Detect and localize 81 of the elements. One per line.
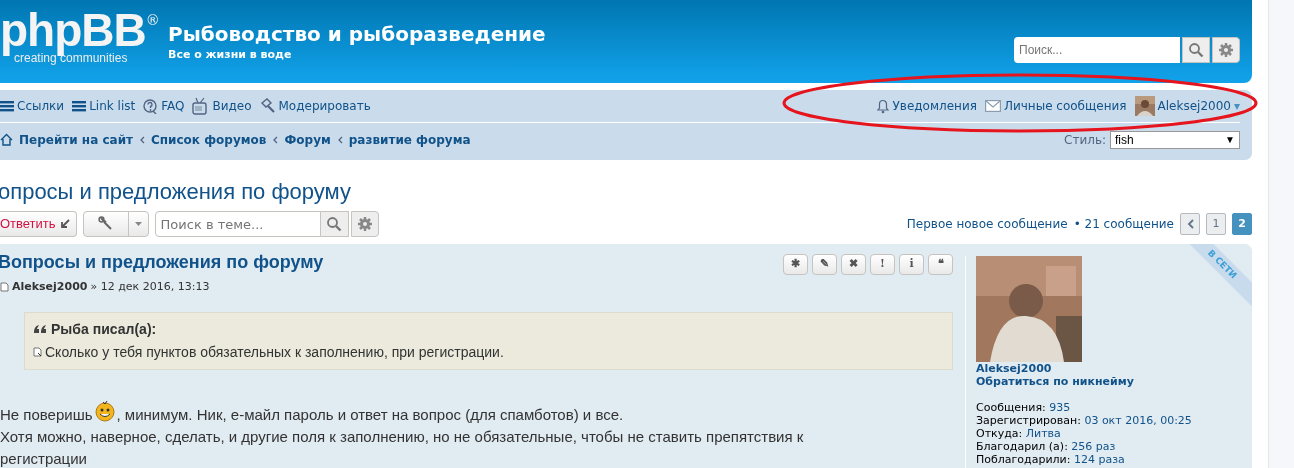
settings-icon — [1218, 42, 1234, 58]
quote-button[interactable]: ❝ — [928, 254, 953, 275]
info-button[interactable]: i — [899, 254, 924, 275]
menu-icon — [72, 100, 87, 112]
profile-value: 256 раз — [1071, 440, 1116, 453]
page-button[interactable]: 2 — [1232, 213, 1252, 235]
nav-link[interactable]: Модерировать — [259, 97, 371, 115]
hammer-icon — [259, 98, 276, 114]
page-button[interactable]: 1 — [1206, 213, 1226, 235]
search-icon — [326, 216, 343, 232]
site-title: Рыбоводство и рыборазведение — [168, 21, 546, 47]
menu-icon — [0, 100, 14, 112]
profile-value: 124 раза — [1073, 453, 1125, 466]
tv-icon — [192, 97, 210, 115]
settings-button[interactable] — [1212, 37, 1240, 63]
search-field[interactable]: Поиск в теме... — [154, 211, 321, 237]
post-title: Вопросы и предложения по форуму — [0, 251, 324, 274]
home-icon — [0, 133, 13, 146]
style-label: Стиль: — [1064, 131, 1106, 149]
nav-link[interactable]: Личные сообщения — [984, 97, 1127, 115]
nav-link[interactable]: Ссылки — [0, 97, 65, 115]
breadcrumb-link[interactable]: Список форумов — [151, 130, 267, 149]
nav-link[interactable]: Link list — [72, 97, 136, 115]
site-description: Все о жизни в воде — [168, 47, 292, 63]
quote-text: Сколько у тебя пунктов обязательных к заполнению, при регистрации. — [45, 342, 504, 362]
wrench-icon — [97, 216, 114, 232]
caret-icon — [134, 222, 142, 226]
nav-link[interactable]: Видео — [192, 97, 252, 115]
reply-arrow-icon — [59, 219, 70, 229]
nav-link[interactable]: FAQ — [143, 97, 185, 115]
quote-author-link[interactable]: Рыба — [51, 318, 89, 340]
chevron-icon — [272, 135, 279, 144]
breadcrumb-link[interactable]: Форум — [284, 130, 331, 149]
search-button[interactable] — [1182, 37, 1210, 63]
caret-icon: ▾ — [1233, 97, 1240, 115]
tools-button[interactable] — [82, 211, 149, 237]
help-icon — [143, 98, 159, 114]
caret-icon: ▼ — [1225, 132, 1235, 147]
breadcrumb-link[interactable]: развитие форума — [348, 130, 471, 149]
profile-value: 03 окт 2016, 00:25 — [1084, 414, 1192, 427]
search-field[interactable]: Поиск... — [1014, 37, 1180, 63]
settings-icon — [356, 216, 373, 232]
post-date: » 12 дек 2016, 13:13 — [90, 279, 210, 295]
nav-link[interactable]: Уведомления — [875, 97, 977, 115]
trademark-sign: ® — [145, 12, 160, 28]
post-icon — [0, 282, 9, 293]
author-link[interactable]: Aleksej2000 — [12, 279, 88, 296]
reply-button[interactable]: Ответить — [0, 211, 77, 237]
user-menu[interactable]: Aleksej2000 ▾ — [1134, 96, 1240, 116]
report-button[interactable]: ✱ — [783, 254, 808, 275]
delete-button[interactable]: ✖ — [841, 254, 866, 275]
quote-attribution: писал(а): — [92, 319, 157, 339]
post-text: , минимум. Ник, е-майл пароль и ответ на вопрос (для спамботов) и все. — [116, 405, 624, 423]
username-link[interactable]: Aleksej2000 — [976, 362, 1242, 375]
profile-value: 935 — [1049, 401, 1071, 414]
mention-link[interactable]: Обратиться по никнейму — [976, 375, 1242, 388]
profile-label: Откуда: — [976, 427, 1024, 440]
breadcrumb-link[interactable]: Перейти на сайт — [19, 130, 133, 149]
chevron-icon — [336, 135, 343, 144]
quote-icon — [33, 324, 47, 334]
edit-button[interactable]: ✎ — [812, 254, 837, 275]
profile-label: Поблагодарили: — [976, 453, 1072, 466]
previous-page-button[interactable] — [1180, 213, 1200, 235]
warn-button[interactable]: ! — [870, 254, 895, 275]
style-select[interactable]: fish ▼ — [1110, 130, 1240, 149]
profile-label: Сообщения: — [976, 401, 1047, 414]
post-text: Не поверишь — [0, 405, 93, 423]
first-new-post-link[interactable]: Первое новое сообщение — [906, 215, 1068, 233]
profile-label: Зарегистрирован: — [976, 414, 1082, 427]
chevron-icon — [1186, 219, 1194, 229]
search-button[interactable] — [320, 211, 349, 237]
envelope-icon — [984, 100, 1001, 112]
post-icon — [33, 347, 42, 357]
chevron-icon — [139, 135, 145, 144]
post-text: Хотя можно, наверное, сделать, и другие поля к заполнению, но не обязательные, чтобы не ставить препятствия к регистрации — [0, 427, 804, 467]
search-icon — [1188, 42, 1204, 58]
settings-button[interactable] — [350, 211, 379, 237]
profile-label: Благодарил (а): — [976, 440, 1069, 453]
bell-icon — [875, 98, 890, 114]
post-count: • 21 сообщение — [1073, 216, 1174, 233]
profile-value: Литва — [1025, 427, 1061, 440]
